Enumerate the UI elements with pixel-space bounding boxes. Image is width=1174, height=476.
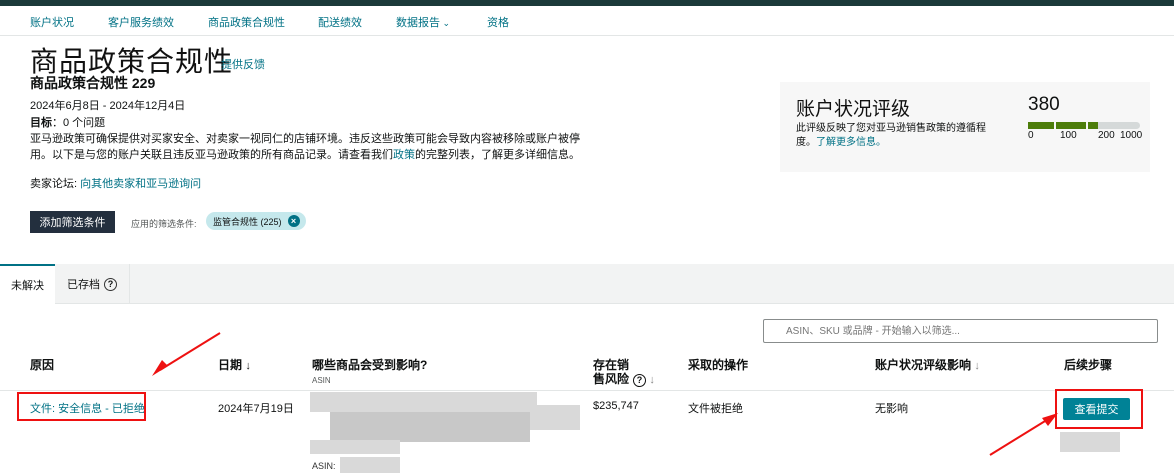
seller-forum: 卖家论坛: 向其他卖家和亚马逊询问 xyxy=(30,175,201,191)
redacted-block xyxy=(330,412,530,442)
row-risk: $235,747 xyxy=(593,400,639,412)
col-header-affected: 哪些商品会受到影响? ASIN xyxy=(312,358,427,388)
nav-item-shipping[interactable]: 配送绩效 xyxy=(318,14,362,30)
search-input[interactable] xyxy=(763,319,1158,343)
table-divider xyxy=(0,390,1174,391)
redacted-block xyxy=(1060,432,1120,452)
col-header-impact[interactable]: 账户状况评级影响 ↓ xyxy=(875,358,980,373)
filter-chip-label: 监管合规性 (225) xyxy=(213,216,282,227)
annotation-box-button xyxy=(1055,389,1143,429)
col-affected-label: 哪些商品会受到影响? xyxy=(312,358,428,372)
learn-more-link[interactable]: 了解更多信息。 xyxy=(816,137,886,148)
asin-label: ASIN: xyxy=(312,461,336,471)
page-subtitle: 商品政策合规性 229 xyxy=(30,75,156,91)
scale-label: 200 xyxy=(1098,130,1115,141)
forum-link[interactable]: 向其他卖家和亚马逊询问 xyxy=(80,178,201,190)
tab-archived[interactable]: 已存档? xyxy=(55,264,130,304)
row-action: 文件被拒绝 xyxy=(688,403,743,415)
goal: 目标：0 个问题 xyxy=(30,114,105,130)
rating-bar-empty xyxy=(1098,122,1140,129)
add-filter-button[interactable]: 添加筛选条件 xyxy=(30,211,115,233)
row-impact: 无影响 xyxy=(875,403,908,415)
redacted-block xyxy=(340,457,400,473)
feedback-link[interactable]: 提供反馈 xyxy=(221,56,265,72)
nav-item-reports[interactable]: 数据报告 ⌄ xyxy=(396,14,450,30)
date-range: 2024年6月8日 - 2024年12月4日 xyxy=(30,100,186,112)
sort-down-icon: ↓ xyxy=(245,360,251,372)
tab-unresolved[interactable]: 未解决 xyxy=(0,264,55,304)
col-header-action: 采取的操作 xyxy=(688,358,749,372)
col-affected-sub: ASIN xyxy=(312,376,331,385)
nav-item-customer-service[interactable]: 客户服务绩效 xyxy=(108,14,174,30)
col-header-reason: 原因 xyxy=(30,358,55,372)
nav-item-account-health[interactable]: 账户状况 xyxy=(30,14,74,30)
forum-label: 卖家论坛: xyxy=(30,178,78,190)
help-icon[interactable]: ? xyxy=(633,374,647,387)
nav-item-eligibility[interactable]: 资格 xyxy=(487,14,509,30)
applied-filters-label: 应用的筛选条件: xyxy=(131,219,197,229)
help-icon[interactable]: ? xyxy=(104,277,117,291)
row-date: 2024年7月19日 xyxy=(218,403,294,415)
goal-label: 目标 xyxy=(30,117,52,129)
chevron-down-icon: ⌄ xyxy=(440,18,451,28)
account-rating-card: 账户状况评级 此评级反映了您对亚马逊销售政策的遵循程度。了解更多信息。 380 … xyxy=(780,82,1150,172)
nav-item-reports-label: 数据报告 xyxy=(396,17,440,29)
col-header-next: 后续步骤 xyxy=(1064,358,1113,372)
redacted-block xyxy=(310,392,537,412)
close-icon[interactable]: × xyxy=(287,215,300,227)
tab-label: 未解决 xyxy=(11,280,44,292)
tab-label: 已存档 xyxy=(67,279,100,291)
arrow-to-button xyxy=(989,413,1058,456)
scale-label: 100 xyxy=(1060,130,1077,141)
annotation-box-reason xyxy=(17,392,146,421)
col-header-date[interactable]: 日期 ↓ xyxy=(218,358,251,373)
rating-bar-segment-2 xyxy=(1056,122,1086,129)
policy-description: 亚马逊政策可确保提供对买家安全、对卖家一视同仁的店铺环境。违反这些政策可能会导致… xyxy=(30,131,590,163)
arrow-to-reason xyxy=(152,332,221,376)
scale-label: 1000 xyxy=(1120,130,1143,141)
filter-chip: 监管合规性 (225) × xyxy=(206,212,306,230)
redacted-block xyxy=(530,405,580,430)
scale-label: 0 xyxy=(1028,130,1034,141)
desc-part-2: 的完整列表，了解更多详细信息。 xyxy=(415,149,580,161)
rating-bar-segment-1 xyxy=(1028,122,1054,129)
col-risk-line2: 售风险 xyxy=(593,372,630,386)
top-nav: 账户状况 客户服务绩效 商品政策合规性 配送绩效 数据报告 ⌄ 资格 xyxy=(0,6,1174,36)
rating-title: 账户状况评级 xyxy=(796,99,911,120)
col-date-label: 日期 xyxy=(218,358,243,372)
policy-link[interactable]: 政策 xyxy=(393,149,415,161)
sort-icon: ↓ xyxy=(649,374,655,386)
col-impact-label: 账户状况评级影响 xyxy=(875,358,972,372)
redacted-block xyxy=(310,440,400,454)
col-risk-line1: 存在销 xyxy=(593,358,630,372)
rating-bar-segment-3 xyxy=(1088,122,1098,129)
goal-value: ：0 个问题 xyxy=(52,117,106,129)
sort-icon: ↓ xyxy=(974,360,980,372)
tabs-bar: 未解决 已存档? xyxy=(0,264,1174,304)
rating-score: 380 xyxy=(1028,94,1060,115)
rating-description: 此评级反映了您对亚马逊销售政策的遵循程度。了解更多信息。 xyxy=(796,122,996,150)
nav-item-policy-compliance[interactable]: 商品政策合规性 xyxy=(208,14,285,30)
col-header-risk[interactable]: 存在销 售风险? ↓ xyxy=(593,358,655,387)
